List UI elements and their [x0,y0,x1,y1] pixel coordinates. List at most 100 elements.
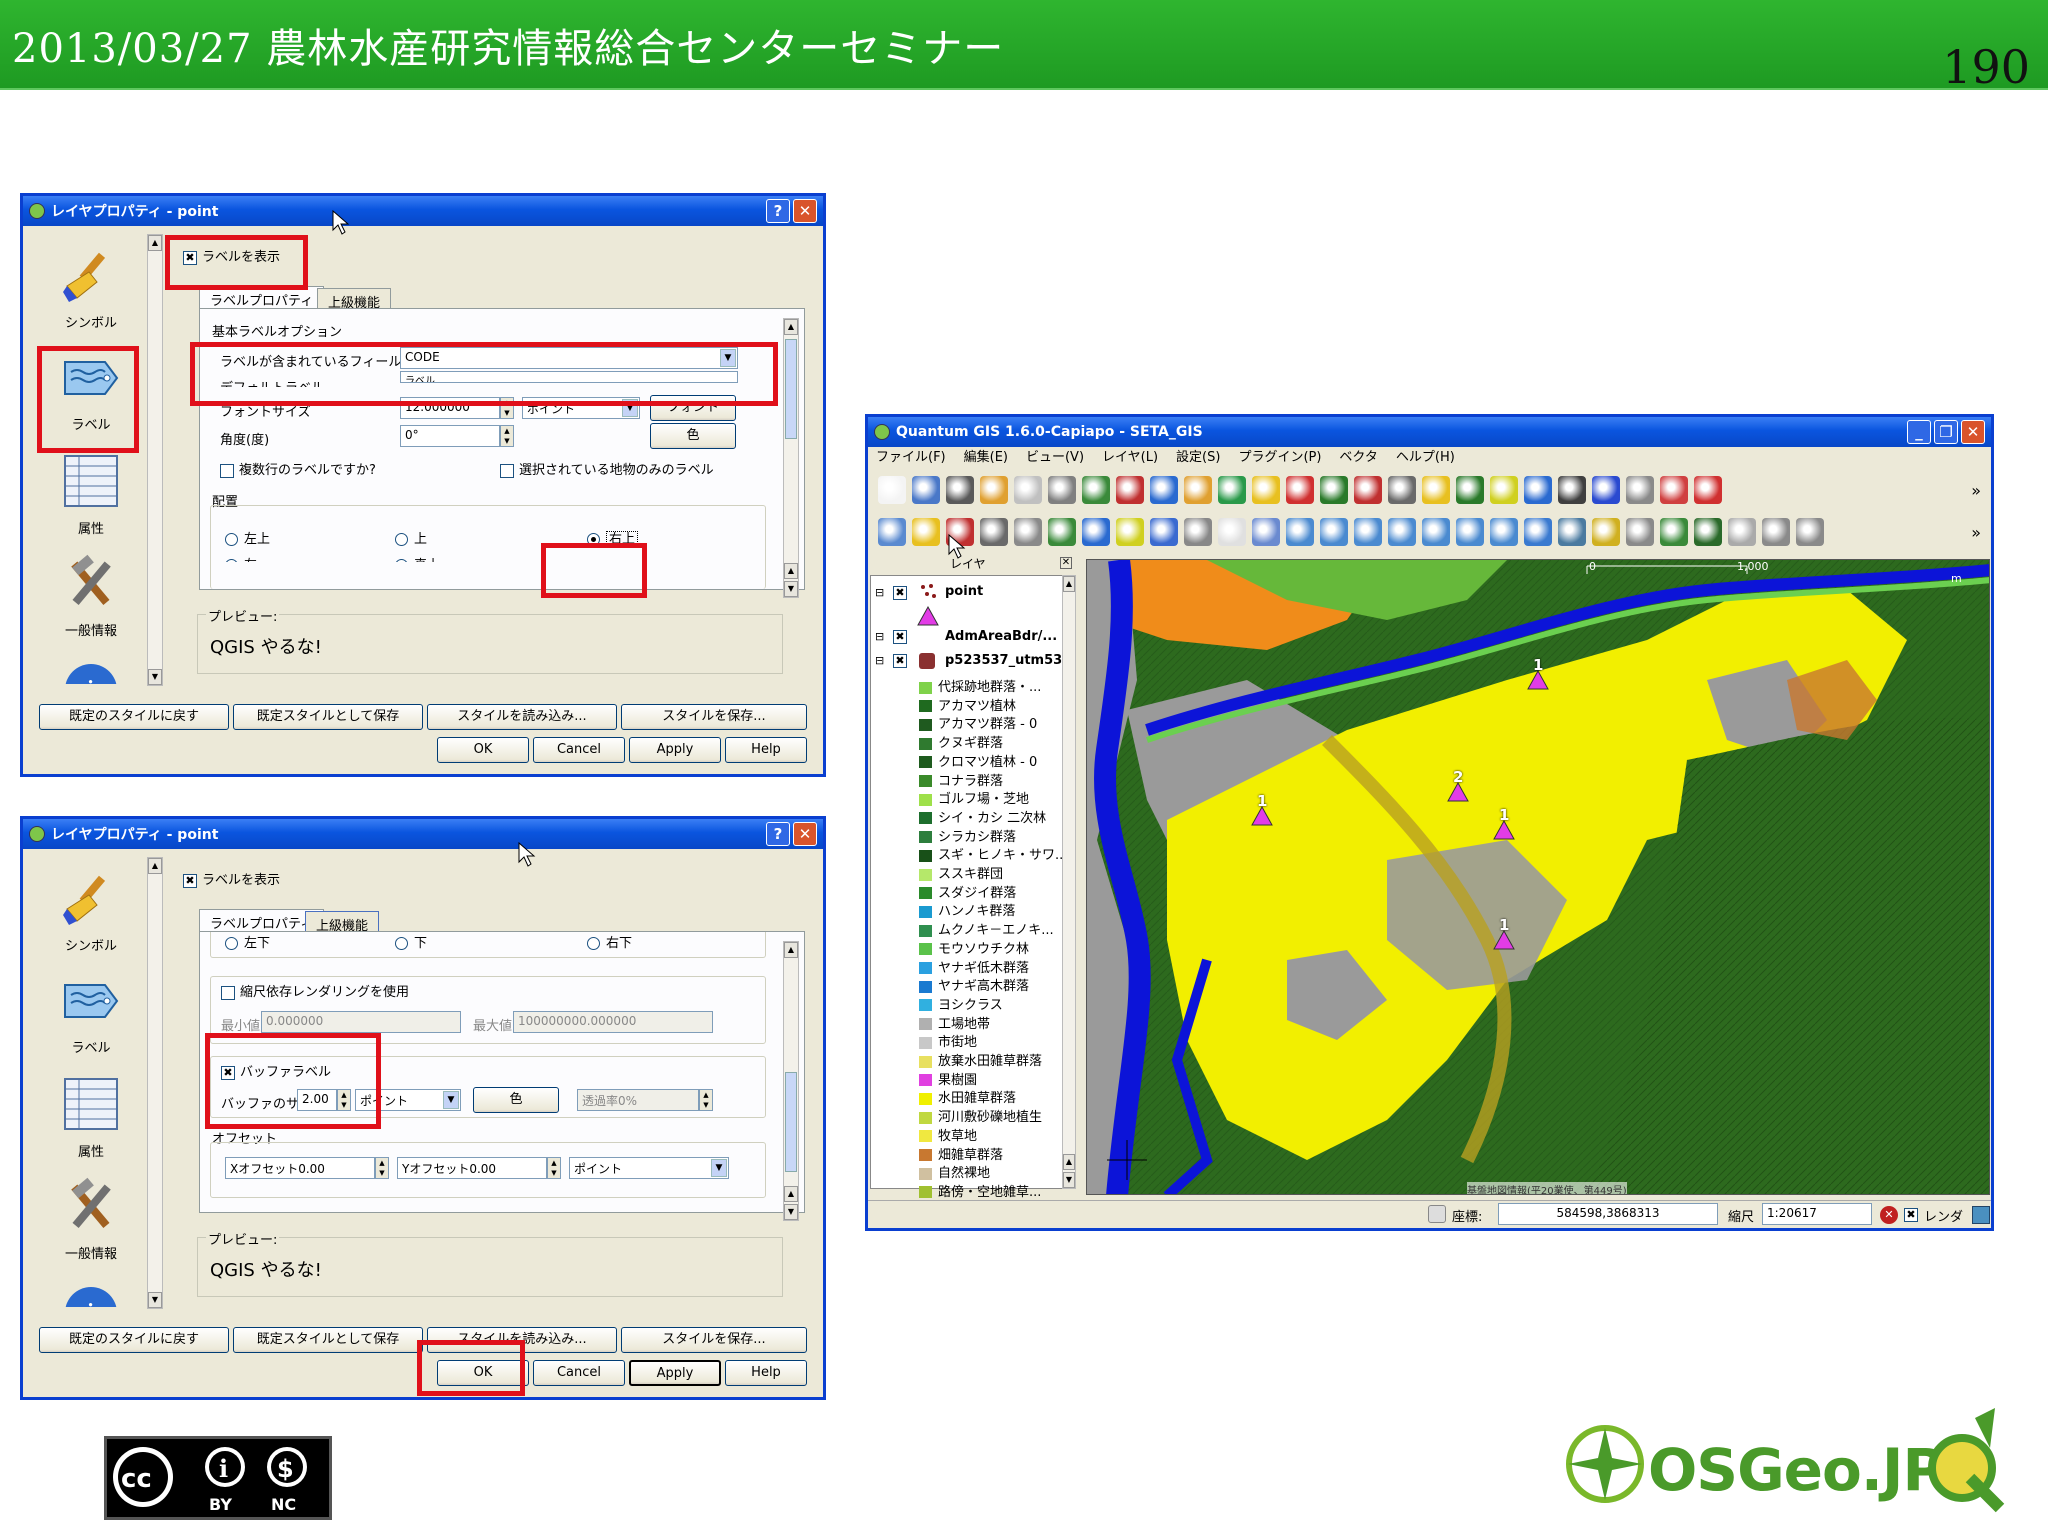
layer-visibility-checkbox[interactable]: ✖ [893,630,907,644]
radio-top-left[interactable]: 左上 [225,528,270,547]
toolbar-tool-icon[interactable] [878,518,906,546]
menu-layer[interactable]: レイヤ(L) [1102,447,1158,469]
buffer-size-stepper[interactable]: ▲ ▼ [337,1089,351,1111]
tab-advanced[interactable]: 上級機能 [317,288,392,311]
sidebar-item-info[interactable]: i [31,1281,151,1307]
toolbar-tool-icon[interactable] [1048,476,1076,504]
sidebar-scrollbar[interactable]: ▲ ▼ [147,857,163,1309]
transparency-stepper[interactable]: ▲ ▼ [699,1089,713,1111]
toolbar-tool-icon[interactable] [1660,518,1688,546]
toolbar-tool-icon[interactable] [1218,476,1246,504]
legend-scrollbar[interactable]: ▲ ▲ ▼ [1062,575,1076,1189]
legend-class-item[interactable]: 畑雑草群落 [919,1144,1003,1163]
dialog1-titlebar[interactable]: レイヤプロパティ - point ? ✕ [23,196,823,226]
load-style-button[interactable]: スタイルを読み込み... [427,704,617,730]
toolbar-tool-icon[interactable] [1728,518,1756,546]
toolbar-tool-icon[interactable] [878,476,906,504]
radio-button[interactable] [587,937,600,950]
toolbar-tool-icon[interactable] [1558,476,1586,504]
scroll-down-icon[interactable]: ▼ [784,1204,798,1220]
toolbar-tool-icon[interactable] [1592,476,1620,504]
legend-class-item[interactable]: モウソウチク林 [919,938,1029,957]
font-unit-select[interactable]: ポイント ▼ [522,397,640,419]
y-offset-input[interactable]: Yオフセット0.00 [397,1157,547,1179]
toolbar-tool-icon[interactable] [1490,476,1518,504]
toolbar-tool-icon[interactable] [1422,518,1450,546]
map-canvas[interactable]: 0 1,000 m 1 2 1 1 1 基盤地図情報(平20業使、第449号) [1086,559,1990,1195]
sidebar-item-symbol[interactable]: シンボル [31,869,151,954]
toolbar-tool-icon[interactable] [1354,476,1382,504]
checkbox-checked[interactable]: ✖ [183,250,197,265]
expand-icon[interactable]: ⊟ [875,654,884,667]
toolbar-tool-icon[interactable] [1694,476,1722,504]
sidebar-item-symbol[interactable]: シンボル [31,246,151,331]
cancel-button[interactable]: Cancel [533,1360,625,1386]
restore-default-style-button[interactable]: 既定のスタイルに戻す [39,704,229,730]
scroll-down-icon[interactable]: ▼ [1063,1172,1075,1188]
buffer-color-button[interactable]: 色 [473,1087,559,1113]
selected-only-checkbox[interactable]: 選択されている地物のみのラベル [500,459,714,478]
legend-class-item[interactable]: 路傍・空地雑草... [919,1181,1041,1200]
expand-icon[interactable]: ⊟ [875,630,884,643]
apply-button[interactable]: Apply [629,1360,721,1386]
toolbar-tool-icon[interactable] [1014,476,1042,504]
save-style-button[interactable]: スタイルを保存... [621,704,807,730]
toolbar-tool-icon[interactable] [1218,518,1246,546]
cancel-button[interactable]: Cancel [533,737,625,763]
menu-plugins[interactable]: プラグイン(P) [1238,447,1321,469]
chevron-down-icon[interactable]: ▼ [443,1091,459,1109]
map-point-marker[interactable]: 2 [1447,768,1469,802]
scroll-down-icon[interactable]: ▼ [148,669,162,685]
dialog2-titlebar[interactable]: レイヤプロパティ - point ? ✕ [23,819,823,849]
color-button[interactable]: 色 [650,423,736,449]
legend-class-item[interactable]: ハンノキ群落 [919,900,1015,919]
toolbar-tool-icon[interactable] [1252,476,1280,504]
toolbar-tool-icon[interactable] [1286,518,1314,546]
menu-vector[interactable]: ベクタ [1339,447,1377,469]
load-style-button[interactable]: スタイルを読み込み... [427,1327,617,1353]
menu-edit[interactable]: 編集(E) [964,447,1008,469]
help-button[interactable]: Help [725,1360,807,1386]
legend-class-item[interactable]: コナラ群落 [919,770,1003,789]
sidebar-item-general[interactable]: 一般情報 [31,554,151,639]
toolbar-tool-icon[interactable] [912,476,940,504]
radio-button[interactable] [225,533,238,546]
radio-bottom-left[interactable]: 左下 [225,932,270,951]
scroll-up-icon[interactable]: ▲ [784,319,798,335]
legend-class-item[interactable]: クヌギ群落 [919,732,1003,751]
menu-file[interactable]: ファイル(F) [876,447,946,469]
legend-class-item[interactable]: クロマツ植林 - 0 [919,751,1037,770]
legend-class-item[interactable]: ゴルフ場・芝地 [919,788,1029,807]
close-icon[interactable]: ✕ [793,822,817,846]
show-label-checkbox[interactable]: ✖ ラベルを表示 [183,246,280,265]
close-icon[interactable]: ✕ [1060,557,1072,569]
min-input[interactable]: 0.000000 [261,1011,461,1033]
legend-class-item[interactable]: ヤナギ高木群落 [919,975,1029,994]
map-point-marker[interactable]: 1 [1527,656,1549,690]
scroll-up-icon[interactable]: ▲ [784,1186,798,1202]
toolbar-tool-icon[interactable] [1388,518,1416,546]
apply-button[interactable]: Apply [629,737,721,763]
default-label-input[interactable]: ラベル [400,371,738,383]
toolbar-tool-icon[interactable] [1660,476,1688,504]
show-label-checkbox[interactable]: ✖ ラベルを表示 [183,869,280,888]
sidebar-item-attributes[interactable]: 属性 [31,452,151,537]
radio-button[interactable] [395,937,408,950]
scroll-up-icon[interactable]: ▲ [784,563,798,579]
layer-visibility-checkbox[interactable]: ✖ [893,586,907,600]
toolbar-tool-icon[interactable] [1048,518,1076,546]
legend-class-item[interactable]: 自然裸地 [919,1162,990,1181]
toolbar-tool-icon[interactable] [1286,476,1314,504]
checkbox-unchecked[interactable] [500,463,514,478]
coord-field[interactable]: 584598,3868313 [1498,1203,1718,1225]
sidebar-item-info[interactable]: i [31,658,151,684]
offset-unit-select[interactable]: ポイント ▼ [569,1157,729,1179]
checkbox-unchecked[interactable] [221,985,235,1000]
menu-help[interactable]: ヘルプ(H) [1396,447,1455,469]
save-default-style-button[interactable]: 既定スタイルとして保存 [233,1327,423,1353]
toolbar-tool-icon[interactable] [912,518,940,546]
toolbar-tool-icon[interactable] [980,518,1008,546]
legend-class-item[interactable]: 市街地 [919,1031,977,1050]
panel-scrollbar[interactable]: ▲ ▲ ▼ [783,318,799,598]
radio-top-right[interactable]: 右上 [587,528,639,548]
